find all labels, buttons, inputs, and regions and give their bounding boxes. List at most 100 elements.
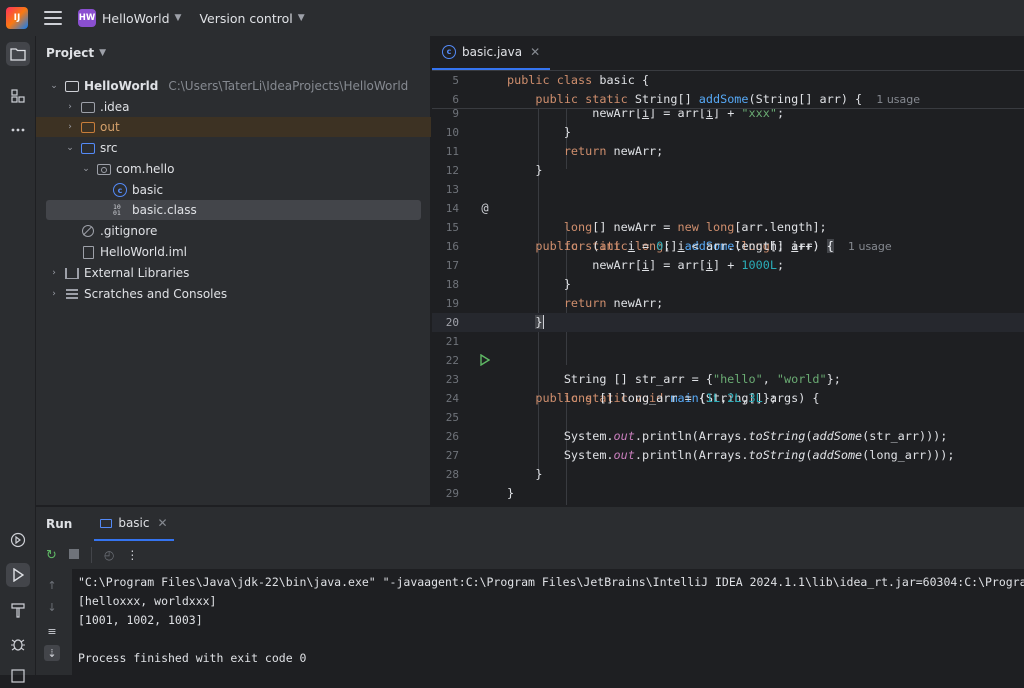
arrow-down-icon[interactable]: ↓: [44, 599, 60, 615]
excluded-folder-icon: [81, 121, 95, 133]
run-panel-header: Run basic ✕: [36, 507, 1024, 541]
tree-item-label: External Libraries: [84, 266, 190, 280]
tree-item-basic[interactable]: c basic: [36, 180, 431, 200]
editor-tab-bar: c basic.java ✕: [432, 36, 1024, 71]
tree-item-scratches[interactable]: › Scratches and Consoles: [36, 284, 431, 304]
code-line: 29}: [445, 486, 515, 500]
tree-item-iml[interactable]: HelloWorld.iml: [36, 242, 431, 262]
tree-item-basic-class[interactable]: 10 01 basic.class: [46, 200, 421, 220]
chevron-right-icon[interactable]: ›: [48, 289, 60, 299]
tree-item-out[interactable]: › out: [36, 117, 431, 137]
overload-at-icon[interactable]: @: [478, 201, 492, 215]
code-line: 24 long [] long_arr = {1L,2L,3L};: [445, 391, 777, 405]
tree-item-external-libraries[interactable]: › External Libraries: [36, 263, 431, 283]
run-panel: Run basic ✕ ↻ ◴ ⋮ ↑ ↓ ≡ ⇣ "C:\Program Fi…: [36, 506, 1024, 676]
chevron-down-icon[interactable]: ⌄: [64, 143, 76, 153]
library-icon: [65, 267, 79, 279]
sticky-header: 5 public class basic { 6 public static St…: [432, 71, 1024, 109]
chevron-right-icon[interactable]: ›: [64, 102, 76, 112]
debug-bug-icon[interactable]: [6, 632, 30, 656]
soft-wrap-icon[interactable]: ≡: [44, 623, 60, 639]
stop-icon[interactable]: [68, 548, 79, 562]
tree-item-gitignore[interactable]: .gitignore: [36, 221, 431, 241]
more-tools-icon[interactable]: [6, 118, 30, 142]
module-file-icon: [82, 245, 94, 259]
intellij-logo-icon[interactable]: IJ: [6, 7, 28, 29]
tree-item-label: Scratches and Consoles: [84, 287, 228, 301]
main-menu-icon[interactable]: [44, 11, 62, 25]
arrow-up-icon[interactable]: ↑: [44, 577, 60, 593]
tree-item-project-root[interactable]: ⌄ HelloWorld C:\Users\TaterLi\IdeaProjec…: [36, 76, 431, 96]
tree-item-label: .gitignore: [100, 224, 158, 238]
code-line: 22 public static void main(String[] args…: [445, 353, 820, 405]
services-icon[interactable]: [6, 528, 30, 552]
code-line: 26 System.out.println(Arrays.toString(ad…: [445, 429, 948, 443]
code-line: 18 }: [445, 277, 571, 291]
project-panel-title[interactable]: Project: [46, 46, 94, 60]
package-icon: [97, 163, 111, 175]
project-panel-header[interactable]: Project ▼: [36, 36, 430, 70]
run-tab-basic[interactable]: basic ✕: [94, 507, 174, 541]
tree-item-label: basic.class: [132, 203, 197, 217]
tree-item-label: com.hello: [116, 162, 175, 176]
code-line: 5 public class basic {: [452, 73, 650, 87]
code-line: 11 return newArr;: [445, 144, 664, 158]
scroll-to-end-icon[interactable]: ⇣: [44, 645, 60, 661]
chevron-right-icon[interactable]: ›: [64, 122, 76, 132]
project-folder-icon[interactable]: [6, 42, 30, 66]
code-line: 27 System.out.println(Arrays.toString(ad…: [445, 448, 955, 462]
chevron-down-icon[interactable]: ⌄: [48, 81, 60, 91]
chevron-right-icon[interactable]: ›: [48, 268, 60, 278]
tree-item-label: basic: [132, 183, 164, 197]
run-toolbar: ↻ ◴ ⋮: [36, 541, 1024, 569]
chevron-down-icon[interactable]: ▼: [99, 48, 106, 58]
tree-item-src[interactable]: ⌄ src: [36, 138, 431, 158]
usage-hint[interactable]: 1 usage: [876, 93, 920, 106]
left-tool-strip: [0, 36, 36, 683]
code-line: 25: [445, 411, 459, 424]
code-line: 13: [445, 183, 459, 196]
tree-item-label: out: [100, 120, 120, 134]
coverage-icon[interactable]: ◴: [104, 548, 114, 562]
more-options-icon[interactable]: ⋮: [126, 548, 138, 562]
code-line: 23 String [] str_arr = {"hello", "world"…: [445, 372, 841, 386]
chevron-down-icon[interactable]: ▼: [298, 13, 305, 23]
run-tool-icon[interactable]: [6, 563, 30, 587]
run-gutter-icon[interactable]: [478, 353, 492, 367]
console-line: [helloxxx, worldxxx]: [78, 594, 217, 608]
close-icon[interactable]: ✕: [157, 516, 167, 530]
console-line: [1001, 1002, 1003]: [78, 613, 203, 627]
run-side-toolbar: ↑ ↓ ≡ ⇣: [36, 569, 68, 676]
run-tab-label: basic: [118, 516, 150, 530]
console-output[interactable]: "C:\Program Files\Java\jdk-22\bin\java.e…: [72, 569, 1024, 676]
run-config-icon: [100, 518, 113, 528]
rerun-icon[interactable]: ↻: [46, 548, 57, 563]
terminal-icon[interactable]: [6, 664, 30, 688]
run-panel-title: Run: [46, 517, 73, 531]
tree-item-label: HelloWorld.iml: [100, 245, 187, 259]
tree-item-label: src: [100, 141, 118, 155]
code-line: 10 }: [445, 125, 571, 139]
code-line: 6 public static String[] addSome(String[…: [452, 92, 921, 106]
code-area[interactable]: 5 public class basic { 6 public static St…: [432, 71, 1024, 505]
code-line: 19 return newArr;: [445, 296, 664, 310]
code-line: 15 long[] newArr = new long[arr.length];: [445, 220, 827, 234]
tab-basic-java[interactable]: c basic.java ✕: [432, 35, 551, 70]
tree-item-idea[interactable]: › .idea: [36, 97, 431, 117]
title-bar: IJ HW HelloWorld ▼ Version control ▼: [0, 0, 1024, 36]
code-line: 21: [445, 335, 459, 348]
version-control-menu[interactable]: Version control: [199, 11, 292, 26]
source-folder-icon: [81, 142, 95, 154]
tree-item-package[interactable]: ⌄ com.hello: [36, 159, 431, 179]
close-icon[interactable]: ✕: [530, 45, 540, 59]
project-name[interactable]: HelloWorld: [102, 11, 170, 26]
code-line: 14 @ public static long[] addSome(long[]…: [445, 200, 892, 253]
code-line: 28 }: [445, 467, 543, 481]
chevron-down-icon[interactable]: ⌄: [80, 164, 92, 174]
project-badge[interactable]: HW: [78, 9, 96, 27]
chevron-down-icon[interactable]: ▼: [175, 13, 182, 23]
structure-icon[interactable]: [6, 84, 30, 108]
console-line: "C:\Program Files\Java\jdk-22\bin\java.e…: [78, 575, 1024, 589]
folder-icon: [81, 101, 95, 113]
build-hammer-icon[interactable]: [6, 598, 30, 622]
